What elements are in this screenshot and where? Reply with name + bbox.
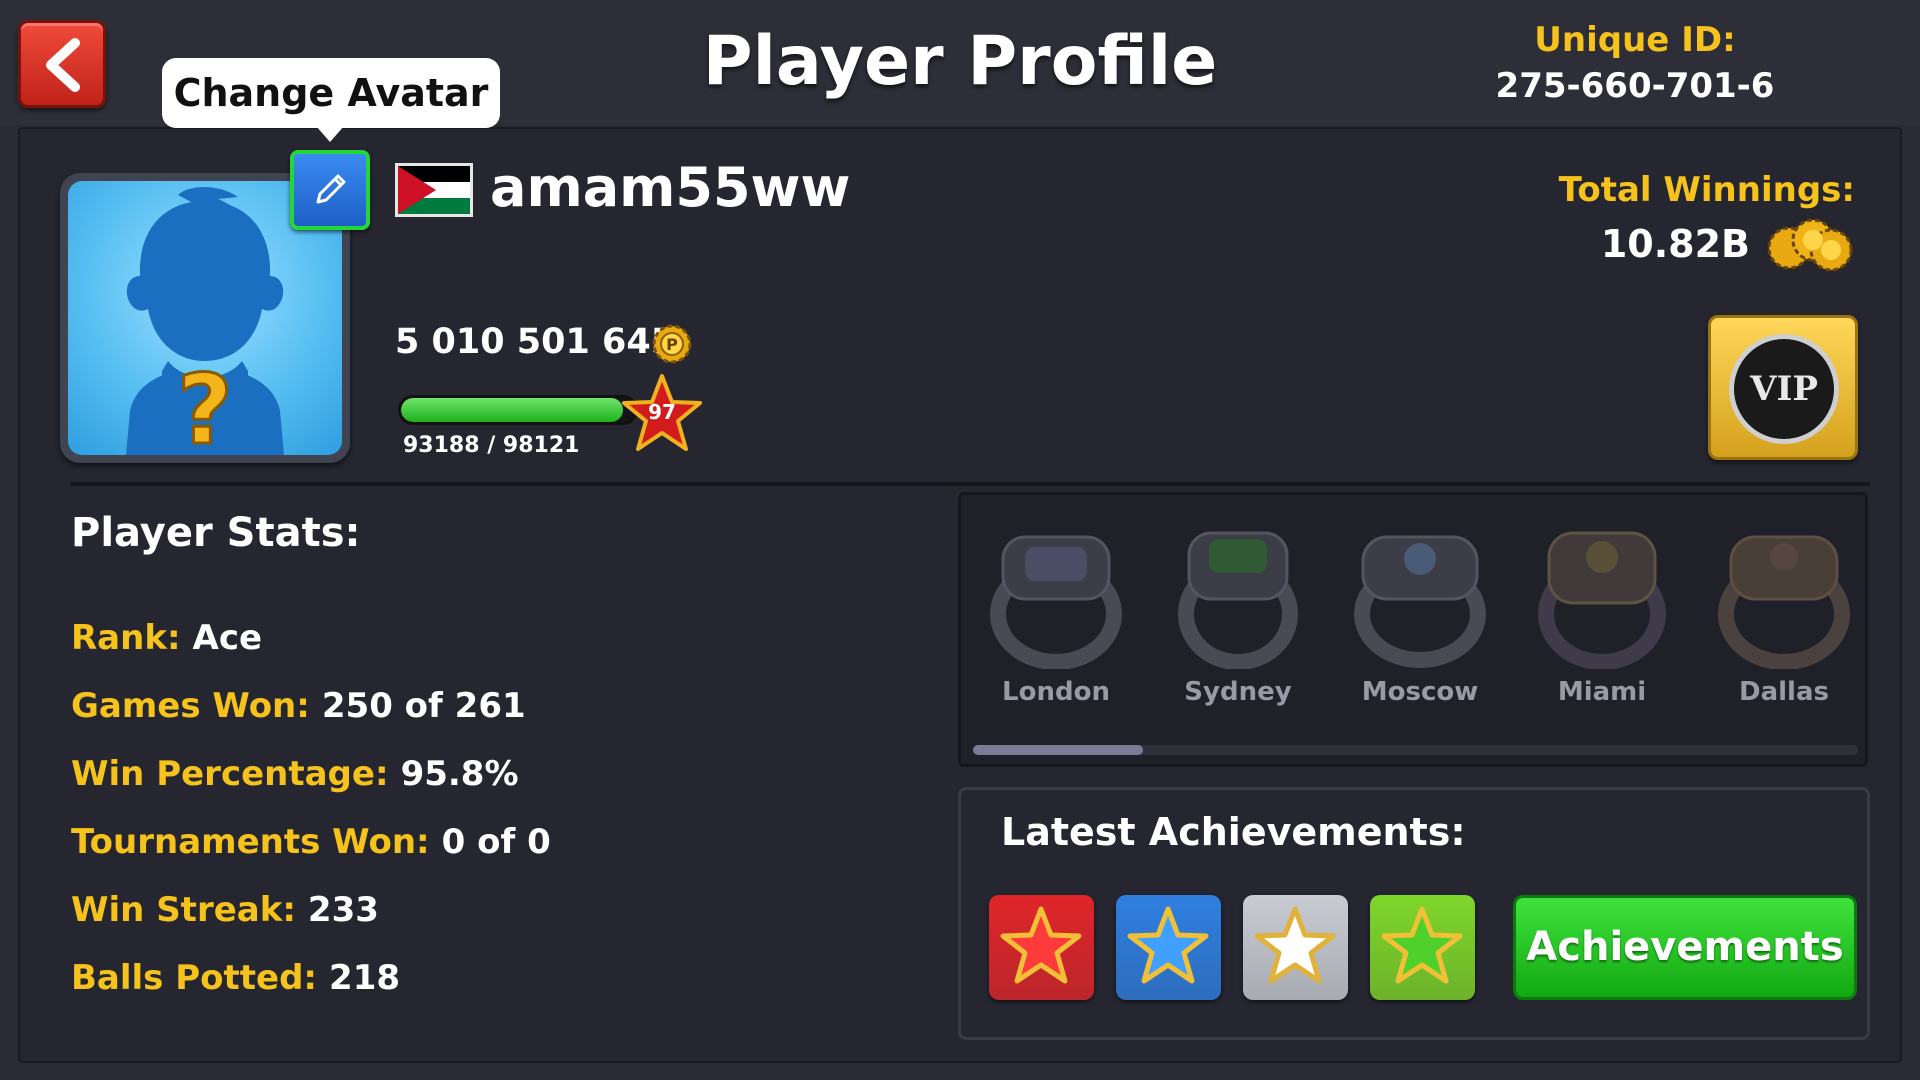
username: amam55ww — [490, 156, 851, 219]
coin-stack-icon — [1767, 218, 1853, 272]
stat-tournaments-won: Tournaments Won: 0 of 0 — [71, 822, 551, 862]
achievement-tile-green[interactable] — [1370, 895, 1475, 1000]
stat-rank: Rank: Ace — [71, 618, 263, 658]
ring-sydney[interactable]: Sydney — [1163, 519, 1313, 719]
achievement-tile-silver[interactable] — [1243, 895, 1348, 1000]
tooltip-arrow — [316, 126, 344, 142]
ring-moscow[interactable]: Moscow — [1345, 519, 1495, 719]
ring-dallas[interactable]: Dallas — [1709, 519, 1859, 719]
stat-win-percentage: Win Percentage: 95.8% — [71, 754, 519, 794]
blue-star-icon — [1127, 906, 1209, 984]
rings-scrollbar-thumb[interactable] — [973, 745, 1143, 755]
coin-icon: P — [652, 324, 692, 364]
ring-label-dallas: Dallas — [1739, 677, 1829, 707]
change-avatar-tooltip: Change Avatar — [162, 58, 500, 128]
svg-text:?: ? — [177, 354, 233, 455]
stat-balls-potted: Balls Potted: 218 — [71, 958, 401, 998]
achievements-panel: Latest Achievements: Achievements — [958, 787, 1870, 1040]
london-ring-icon — [990, 535, 1122, 669]
achievements-button[interactable]: Achievements — [1513, 895, 1857, 1000]
vip-button[interactable]: VIP — [1708, 315, 1858, 460]
stat-games-won: Games Won: 250 of 261 — [71, 686, 526, 726]
unique-id-label: Unique ID: — [1534, 20, 1736, 60]
silver-star-icon — [1254, 906, 1336, 984]
sydney-ring-icon — [1178, 531, 1298, 669]
total-winnings-value: 10.82B — [1600, 222, 1750, 266]
dallas-ring-icon — [1718, 535, 1850, 669]
latest-achievements-title: Latest Achievements: — [1001, 810, 1466, 854]
ring-label-miami: Miami — [1557, 677, 1647, 707]
xp-progress-bar — [398, 395, 638, 425]
edit-avatar-button[interactable] — [290, 150, 370, 230]
ring-london[interactable]: London — [981, 519, 1131, 719]
unique-id-value: 275-660-701-6 — [1495, 66, 1775, 106]
stat-win-streak: Win Streak: 233 — [71, 890, 379, 930]
pencil-icon — [316, 174, 346, 204]
svg-text:P: P — [666, 335, 678, 354]
level-number: 97 — [648, 400, 676, 424]
ring-miami[interactable]: Miami — [1527, 519, 1677, 719]
total-winnings-label: Total Winnings: — [1558, 170, 1855, 210]
achievement-tile-red[interactable] — [989, 895, 1094, 1000]
xp-progress-fill — [401, 398, 624, 422]
ring-label-london: London — [1002, 677, 1110, 707]
miami-ring-icon — [1538, 531, 1666, 669]
coin-balance: 5 010 501 645 — [395, 322, 676, 362]
rings-carousel[interactable]: London Sydney Moscow Miami Dallas — [958, 492, 1868, 767]
section-divider — [70, 482, 1870, 486]
green-star-icon — [1381, 906, 1463, 984]
ring-label-sydney: Sydney — [1184, 677, 1292, 707]
achievement-tile-blue[interactable] — [1116, 895, 1221, 1000]
moscow-ring-icon — [1354, 535, 1486, 668]
vip-badge-icon: VIP — [1729, 334, 1839, 444]
red-star-icon — [1000, 906, 1082, 984]
xp-text: 93188 / 98121 — [403, 433, 580, 458]
ring-label-moscow: Moscow — [1361, 677, 1479, 707]
player-stats-title: Player Stats: — [71, 510, 361, 556]
jordan-flag-icon — [395, 163, 473, 217]
